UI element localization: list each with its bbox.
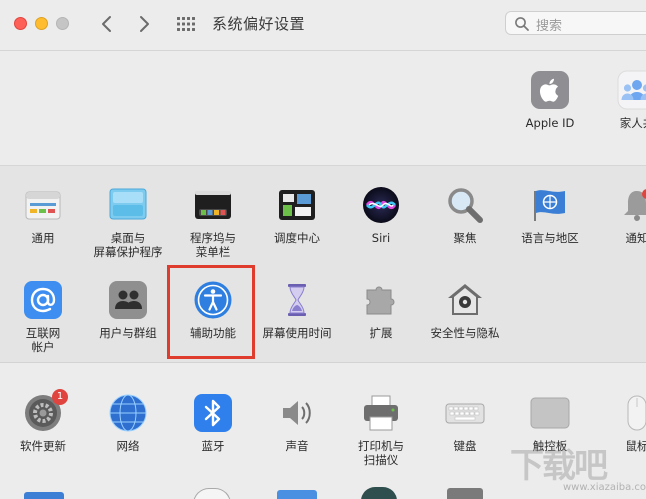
pane-label: Siri — [371, 231, 391, 245]
pane-label: 语言与地区 — [521, 231, 579, 245]
pane-label: 蓝牙 — [201, 439, 225, 453]
chevron-left-icon — [102, 16, 111, 32]
pane-label: Apple ID — [525, 116, 575, 130]
pane-label: 桌面与 屏幕保护程序 — [93, 231, 163, 259]
bluetooth-icon — [194, 394, 232, 432]
desktop-screensaver-icon — [109, 188, 147, 220]
pane-label: 互联网 帐户 — [25, 326, 61, 354]
pane-label: 软件更新 — [20, 439, 66, 453]
highlight-box — [167, 265, 255, 359]
family-sharing-icon — [617, 70, 646, 110]
update-count-badge: 1 — [52, 389, 68, 405]
startup-disk-icon[interactable] — [447, 488, 483, 499]
pane-label: 聚焦 — [453, 231, 477, 245]
display-icon[interactable] — [24, 492, 64, 499]
pane-label: 通用 — [31, 231, 55, 245]
mouse-icon — [627, 395, 646, 431]
system-preferences-window: 系统偏好设置 搜索 Apple ID 家人共 通 — [0, 0, 646, 499]
pane-label: 打印机与 扫描仪 — [358, 439, 404, 467]
globe-network-icon — [109, 394, 147, 432]
pane-label: 用户与群组 — [99, 326, 157, 340]
back-button[interactable] — [96, 12, 118, 36]
search-field[interactable]: 搜索 — [505, 11, 646, 35]
flag-globe-icon — [534, 190, 565, 221]
show-all-button[interactable] — [175, 14, 197, 34]
speaker-icon — [283, 401, 311, 425]
minimize-window-button[interactable] — [35, 17, 48, 30]
search-placeholder: 搜索 — [536, 19, 563, 34]
puzzle-piece-icon — [366, 286, 395, 315]
house-lock-icon — [448, 284, 482, 315]
chevron-right-icon — [140, 16, 149, 32]
watermark-url: www.xiazaiba.com — [563, 482, 646, 493]
zoom-window-button[interactable] — [56, 17, 69, 30]
pane-label: 网络 — [116, 439, 140, 453]
folder-icon[interactable] — [277, 490, 317, 499]
pane-label: 屏幕使用时间 — [262, 326, 332, 340]
siri-icon — [363, 187, 399, 223]
pane-label: 键盘 — [453, 439, 477, 453]
watermark: 下载吧 — [510, 446, 608, 486]
magnifying-glass-icon — [448, 188, 483, 223]
pane-label: 程序坞与 菜单栏 — [190, 231, 236, 259]
bell-icon — [624, 189, 646, 221]
general-window-icon — [25, 191, 61, 220]
at-sign-icon — [24, 281, 62, 319]
keyboard-icon — [445, 403, 485, 424]
pane-label: 声音 — [285, 439, 309, 453]
window-title: 系统偏好设置 — [212, 15, 306, 33]
forward-button[interactable] — [133, 12, 155, 36]
trackpad-icon — [530, 397, 570, 429]
pane-label: 通知 — [625, 231, 646, 245]
close-window-button[interactable] — [14, 17, 27, 30]
users-icon — [109, 281, 147, 319]
search-icon — [515, 17, 529, 31]
grid-icon — [177, 17, 195, 31]
apple-logo-icon — [531, 71, 569, 109]
pane-label: 扩展 — [369, 326, 393, 340]
pane-label: 安全性与隐私 — [430, 326, 500, 340]
hourglass-icon — [288, 284, 306, 316]
dock-icon — [195, 191, 231, 219]
mission-control-icon — [279, 190, 315, 220]
title-bar: 系统偏好设置 搜索 — [0, 0, 646, 51]
printer-icon — [364, 395, 398, 431]
pane-label: 调度中心 — [274, 231, 320, 245]
pane-label: 家人共 — [619, 116, 646, 130]
